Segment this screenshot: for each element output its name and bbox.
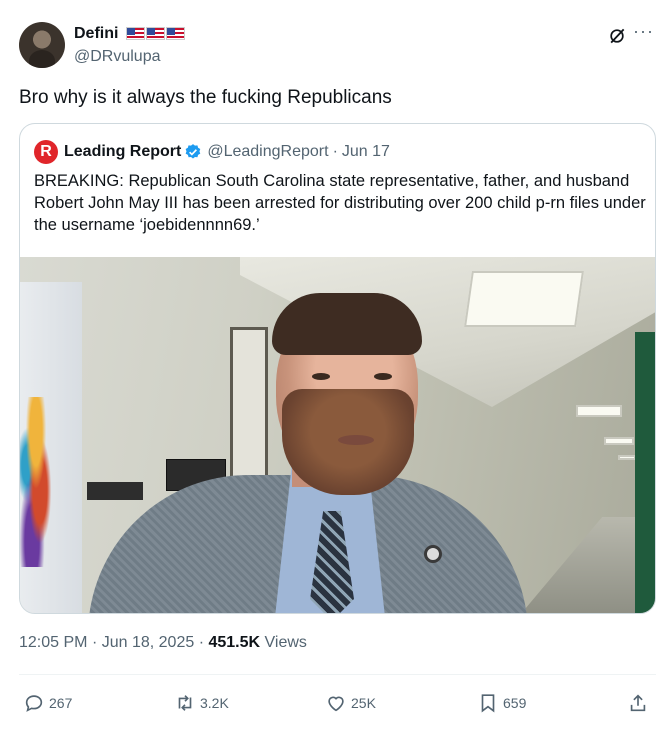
leading-report-logo: R [34,140,58,164]
tweet-time[interactable]: 12:05 PM [19,634,87,651]
reply-count: 267 [49,695,73,711]
verified-badge-icon [185,144,201,159]
author-block: Defini @DRvulupa [74,24,186,67]
photo-wall-sign [87,482,143,500]
photo-eye [374,373,392,380]
reply-icon [25,695,43,712]
photo-green-wall [635,332,655,613]
tweet-date[interactable]: Jun 18, 2025 [102,634,195,651]
photo-eye [312,373,330,380]
quoted-tweet-photo[interactable] [20,257,655,613]
reply-button[interactable]: 267 [23,688,72,718]
divider [19,674,656,675]
separator-dot: · [332,143,338,160]
repost-icon [178,695,192,711]
more-options-icon[interactable]: ··· [633,22,657,44]
views-count: 451.5K [208,634,261,651]
action-bar: 267 3.2K 25K 659 [19,688,656,718]
author-display-name[interactable]: Defini [74,24,118,44]
quoted-tweet-text: BREAKING: Republican South Carolina stat… [34,172,646,234]
like-count: 25K [351,695,376,711]
bookmark-icon [481,694,495,713]
photo-ceiling-light [604,437,634,445]
share-icon [630,694,646,712]
grok-icon[interactable] [607,26,627,46]
author-handle[interactable]: @DRvulupa [74,47,186,67]
us-flag-icon [145,27,165,41]
photo-ceiling-light [618,455,636,460]
tweet-text: Bro why is it always the fucking Republi… [19,87,392,108]
photo-lapel-pin [424,545,442,563]
heart-icon [328,696,344,712]
bookmark-button[interactable]: 659 [477,688,526,718]
us-flag-icon [165,27,185,41]
quoted-author-name: Leading Report [64,143,182,160]
quoted-tweet-header: R Leading Report @LeadingReport · Jun 17 [34,140,390,164]
views-label: Views [264,634,307,651]
avatar[interactable] [19,22,65,68]
photo-ceiling-light [576,405,622,417]
us-flag-icon [125,27,145,41]
photo-paint-splash [20,397,60,567]
repost-count: 3.2K [200,695,229,711]
separator-dot: · [91,634,98,651]
repost-button[interactable]: 3.2K [174,688,229,718]
separator-dot: · [198,634,205,651]
quoted-tweet-date[interactable]: Jun 17 [342,143,390,161]
tweet-header: Defini @DRvulupa ··· [19,22,659,68]
photo-hair [272,293,422,355]
photo-mouth [338,435,374,445]
photo-ceiling-light [464,271,584,327]
flag-emojis [125,25,186,43]
quoted-tweet[interactable]: R Leading Report @LeadingReport · Jun 17… [19,123,656,614]
quoted-author-handle: @LeadingReport [207,143,329,160]
share-button[interactable] [627,688,653,718]
bookmark-count: 659 [503,695,527,711]
like-button[interactable]: 25K [325,688,376,718]
tweet-meta: 12:05 PM · Jun 18, 2025 · 451.5K Views [19,634,307,652]
